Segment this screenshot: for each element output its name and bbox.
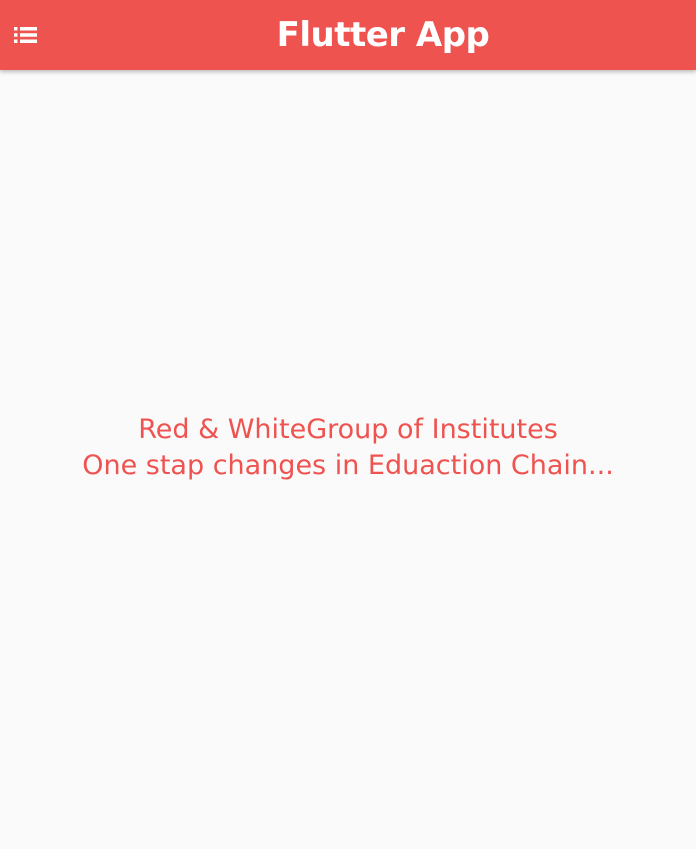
- tagline-text: One stap changes in Eduaction Chain...: [82, 449, 614, 481]
- app-screen: Flutter App Red & WhiteGroup of Institut…: [0, 0, 696, 849]
- institute-name-text: Red & WhiteGroup of Institutes: [138, 413, 558, 445]
- app-bar: Flutter App: [0, 0, 696, 70]
- main-content: Red & WhiteGroup of Institutes One stap …: [0, 70, 696, 849]
- page-title: Flutter App: [276, 15, 490, 55]
